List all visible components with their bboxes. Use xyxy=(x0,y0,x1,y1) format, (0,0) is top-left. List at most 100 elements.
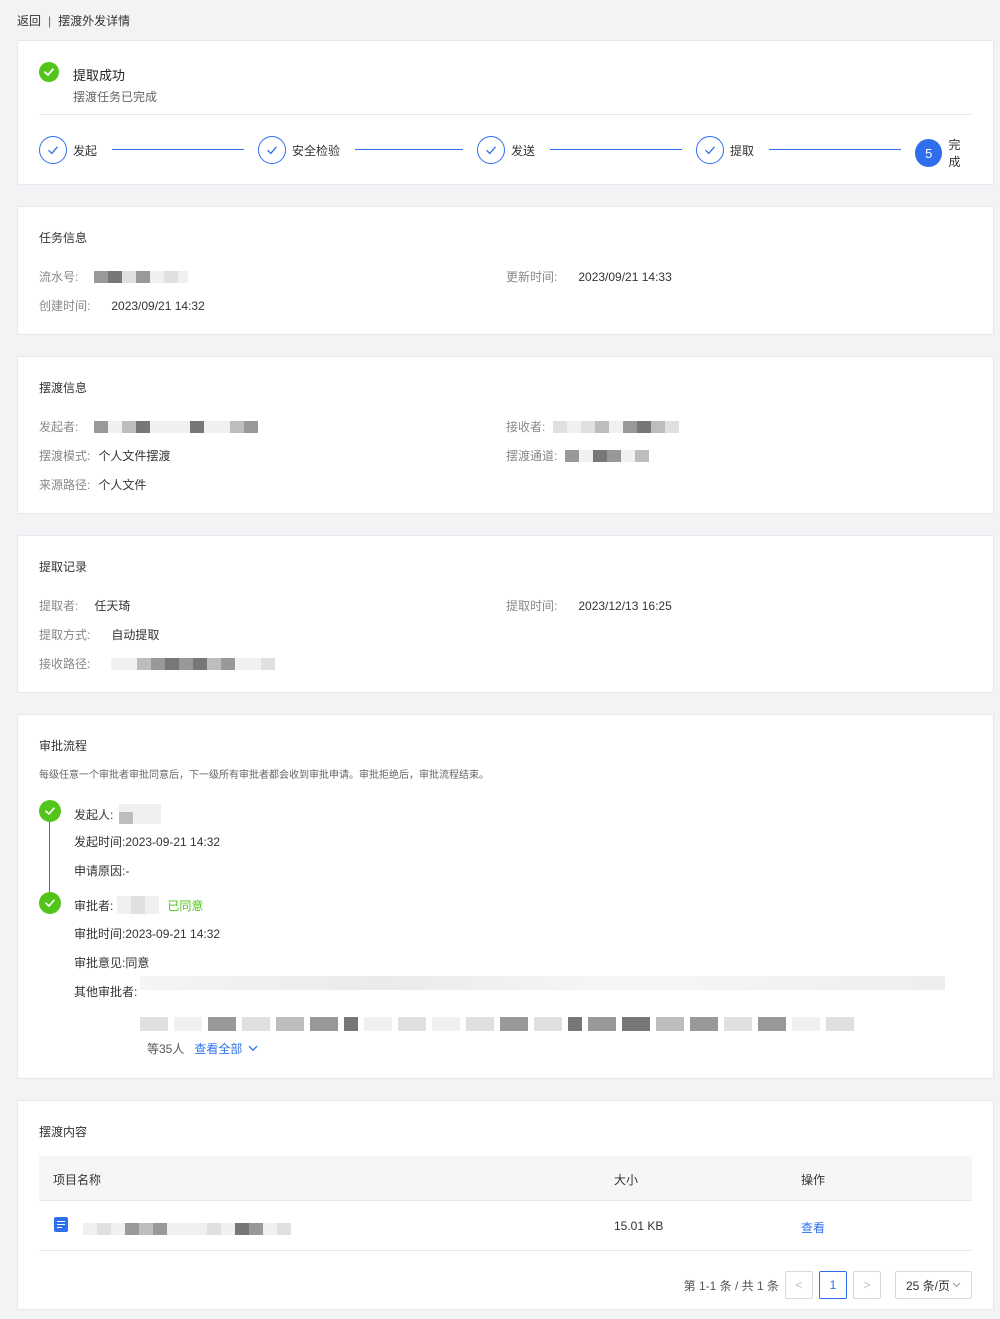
section-title: 摆渡内容 xyxy=(39,1125,88,1139)
chevron-down-icon xyxy=(952,1282,961,1288)
prev-page-button[interactable]: < xyxy=(785,1271,813,1299)
other-approvers-row: 其他审批者: xyxy=(74,983,137,1000)
view-all-link[interactable]: 查看全部 xyxy=(194,1040,242,1057)
field-value: 2023/09/21 14:32 xyxy=(111,298,205,313)
breadcrumb: 返回 | 摆渡外发详情 xyxy=(17,12,130,29)
progress-steps: 发起 安全检验 发送 提取 5 完成 xyxy=(39,136,972,169)
channel-field: 摆渡通道: xyxy=(506,447,650,464)
field-value: 2023-09-21 14:32 xyxy=(125,926,221,941)
extract-time-field: 提取时间: 2023/12/13 16:25 xyxy=(506,597,672,614)
field-label: 发起时间: xyxy=(74,835,126,849)
step-extract: 提取 xyxy=(696,136,754,164)
field-label: 审批时间: xyxy=(74,927,126,941)
approve-time-row: 审批时间: 2023-09-21 14:32 xyxy=(74,925,220,942)
step-initiate: 发起 xyxy=(39,136,97,164)
chevron-down-icon[interactable] xyxy=(248,1045,258,1052)
other-approvers-redacted xyxy=(140,976,945,990)
table-row: 15.01 KB 查看 xyxy=(39,1201,972,1251)
field-label: 摆渡通道: xyxy=(506,449,558,463)
field-value: - xyxy=(125,863,130,878)
status-card: 提取成功 摆渡任务已完成 发起 安全检验 发送 提取 5 完成 xyxy=(17,40,994,185)
timeline-line xyxy=(49,822,50,892)
field-value: 2023/12/13 16:25 xyxy=(578,598,672,613)
step-label: 发送 xyxy=(511,143,536,158)
step-connector xyxy=(769,149,901,150)
extract-record-card: 提取记录 提取者: 任天琦 提取方式: 自动提取 接收路径: 提取时间: 202… xyxy=(17,535,994,693)
step-connector xyxy=(112,149,244,150)
ferry-info-card: 摆渡信息 发起者: 摆渡模式: 个人文件摆渡 来源路径: 个人文件 接收者: 摆… xyxy=(17,356,994,514)
pagination-summary: 第 1-1 条 / 共 1 条 xyxy=(683,1278,779,1293)
field-value: 2023/09/21 14:33 xyxy=(578,269,672,284)
section-title: 审批流程 xyxy=(39,739,88,753)
serial-redacted xyxy=(94,270,189,283)
status-title: 提取成功 xyxy=(73,68,126,83)
column-header: 项目名称 xyxy=(53,1173,102,1187)
channel-redacted xyxy=(565,449,650,462)
task-info-card: 任务信息 流水号: 创建时间: 2023/09/21 14:32 更新时间: 2… xyxy=(17,206,994,335)
column-header: 操作 xyxy=(801,1173,826,1187)
opinion-row: 审批意见: 同意 xyxy=(74,954,149,971)
receiver-field: 接收者: xyxy=(506,418,680,435)
check-icon xyxy=(39,136,67,164)
check-icon xyxy=(39,800,61,822)
field-value: 个人文件摆渡 xyxy=(98,449,171,463)
next-page-button[interactable]: > xyxy=(853,1271,881,1299)
divider xyxy=(39,114,972,115)
ferry-content-card: 摆渡内容 项目名称 大小 操作 15.01 KB 查看 第 1-1 条 / 共 … xyxy=(17,1100,994,1310)
field-label: 提取方式: xyxy=(39,628,91,642)
sender-redacted xyxy=(94,420,259,433)
reason-row: 申请原因: - xyxy=(74,862,129,879)
mode-field: 摆渡模式: 个人文件摆渡 xyxy=(39,447,170,464)
check-icon xyxy=(696,136,724,164)
page-size-select[interactable]: 25 条/页 xyxy=(895,1271,972,1299)
page-title: 摆渡外发详情 xyxy=(58,14,131,28)
initiator-redacted xyxy=(119,804,162,824)
other-approvers-redacted xyxy=(140,1017,945,1031)
file-size: 15.01 KB xyxy=(614,1219,664,1233)
table-header: 项目名称 大小 操作 xyxy=(39,1156,972,1201)
field-label: 提取者: xyxy=(39,599,79,613)
field-label: 创建时间: xyxy=(39,299,91,313)
field-value: 2023-09-21 14:32 xyxy=(125,834,221,849)
column-header: 大小 xyxy=(614,1173,639,1187)
approver-row: 审批者: 已同意 xyxy=(74,896,203,914)
field-label: 发起者: xyxy=(39,420,79,434)
field-label: 审批意见: xyxy=(74,956,126,970)
check-icon xyxy=(39,892,61,914)
step-label: 完成 xyxy=(948,138,961,169)
updated-time-field: 更新时间: 2023/09/21 14:33 xyxy=(506,268,672,285)
field-label: 提取时间: xyxy=(506,599,558,613)
step-complete: 5 完成 xyxy=(915,136,972,170)
receiver-redacted xyxy=(553,420,680,433)
approval-description: 每级任意一个审批者审批同意后，下一级所有审批者都会收到审批申请。审批拒绝后，审批… xyxy=(39,770,489,781)
page-button[interactable]: 1 xyxy=(819,1271,847,1299)
step-label: 提取 xyxy=(730,143,755,158)
step-label: 发起 xyxy=(73,143,98,158)
back-link[interactable]: 返回 xyxy=(17,12,41,29)
check-icon xyxy=(477,136,505,164)
extractor-field: 提取者: 任天琦 xyxy=(39,597,130,614)
field-value: 同意 xyxy=(125,956,150,970)
field-value: 任天琦 xyxy=(94,599,131,613)
field-label: 摆渡模式: xyxy=(39,449,91,463)
section-title: 摆渡信息 xyxy=(39,381,88,395)
success-check-icon xyxy=(39,62,59,82)
step-security-check: 安全检验 xyxy=(258,136,340,164)
field-value: 个人文件 xyxy=(98,478,147,492)
section-title: 提取记录 xyxy=(39,560,88,574)
approval-card: 审批流程 每级任意一个审批者审批同意后，下一级所有审批者都会收到审批申请。审批拒… xyxy=(17,714,994,1079)
created-time-field: 创建时间: 2023/09/21 14:32 xyxy=(39,297,205,314)
pagination: 第 1-1 条 / 共 1 条 < 1 > 25 条/页 xyxy=(684,1271,972,1299)
step-connector xyxy=(550,149,682,150)
field-label: 更新时间: xyxy=(506,270,558,284)
extract-method-field: 提取方式: 自动提取 xyxy=(39,626,159,643)
approval-status: 已同意 xyxy=(167,898,204,913)
field-label: 流水号: xyxy=(39,270,79,284)
section-title: 任务信息 xyxy=(39,231,88,245)
source-path-field: 来源路径: 个人文件 xyxy=(39,476,146,493)
view-button[interactable]: 查看 xyxy=(801,1219,825,1236)
field-label: 来源路径: xyxy=(39,478,91,492)
page-size-value: 25 条/页 xyxy=(905,1278,951,1293)
receive-path-redacted xyxy=(111,657,276,670)
step-connector xyxy=(355,149,463,150)
